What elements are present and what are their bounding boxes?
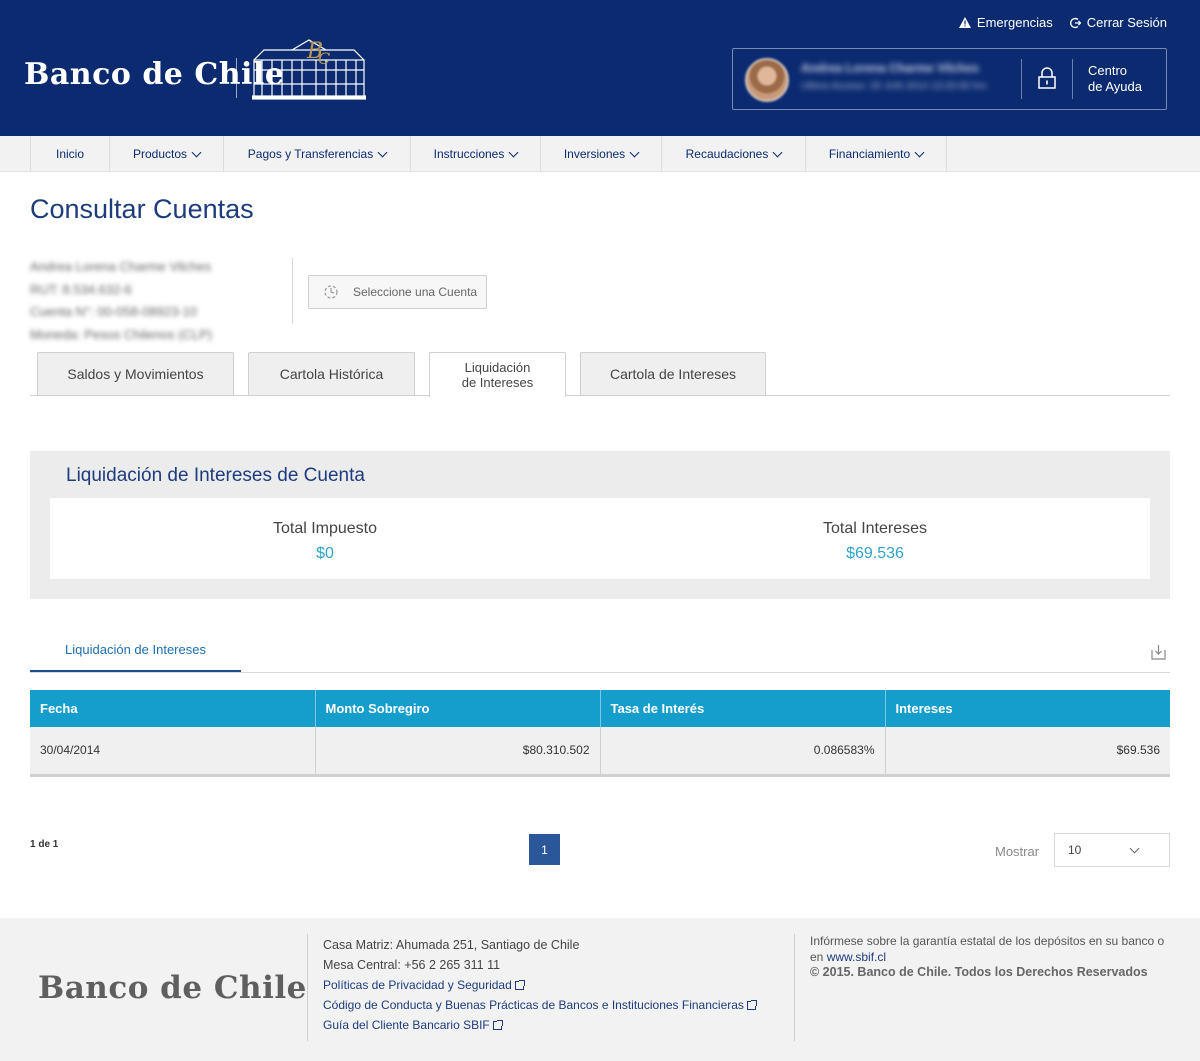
- chevron-down-icon: [629, 147, 640, 157]
- col-header-monto[interactable]: Monto Sobregiro: [314, 690, 600, 727]
- avatar: [745, 58, 789, 102]
- cell-monto: $80.310.502: [314, 727, 600, 777]
- help-line-2: de Ayuda: [1088, 79, 1142, 94]
- section-baseline: [30, 672, 1170, 673]
- user-panel: Andrea Lorena Charme Vilches Último Acce…: [732, 48, 1167, 110]
- footer-phone: Mesa Central: +56 2 265 311 11: [323, 958, 501, 972]
- page-button-1[interactable]: 1: [529, 834, 560, 865]
- emergencias-link[interactable]: Emergencias: [958, 15, 1053, 30]
- site-footer: Banco de Chile Casa Matriz: Ahumada 251,…: [0, 918, 1200, 1061]
- select-account-label: Seleccione una Cuenta: [353, 285, 478, 299]
- summary-panel: Liquidación de Intereses de Cuenta Total…: [30, 451, 1170, 599]
- table-row: 30/04/2014 $80.310.502 0.086583% $69.536: [30, 727, 1170, 777]
- page-size-select[interactable]: 10: [1054, 833, 1170, 867]
- account-info: Andrea Lorena Charme Vilches RUT: 8.534.…: [30, 256, 290, 346]
- chevron-down-icon: [914, 147, 925, 157]
- account-divider: [292, 258, 293, 324]
- total-impuesto-label: Total Impuesto: [272, 520, 378, 537]
- nav-item-productos[interactable]: Productos: [109, 136, 223, 172]
- help-line-1: Centro: [1088, 63, 1128, 78]
- tab-saldos-movimientos[interactable]: Saldos y Movimientos: [37, 352, 234, 396]
- page-title: Consultar Cuentas: [30, 194, 254, 224]
- show-label: Mostrar: [995, 844, 1040, 859]
- footer-divider: [794, 934, 795, 1041]
- cell-intereses: $69.536: [884, 727, 1170, 777]
- chevron-down-icon: [772, 147, 783, 157]
- summary-values: Total Impuesto $0 Total Intereses $69.53…: [50, 498, 1150, 579]
- account-currency: Moneda: Pesos Chilenos (CLP): [30, 326, 213, 342]
- chevron-down-icon: [191, 147, 202, 157]
- total-intereses-label: Total Intereses: [822, 520, 928, 537]
- col-header-intereses[interactable]: Intereses: [884, 690, 1170, 727]
- summary-title: Liquidación de Intereses de Cuenta: [66, 465, 365, 486]
- total-impuesto-value: $0: [316, 545, 334, 562]
- chevron-down-icon: [377, 147, 388, 157]
- logo-divider: [236, 58, 237, 98]
- last-access: Último Acceso: 25 JUN 2014 13:20:00 hrs: [801, 81, 987, 92]
- tab-liquidacion-intereses[interactable]: Liquidación de Intereses: [429, 352, 566, 397]
- site-header: Banco de Chile B C Emergencias Cerrar Se…: [0, 0, 1200, 136]
- warning-icon: [958, 17, 971, 28]
- nav-item-instrucciones[interactable]: Instrucciones: [410, 136, 540, 172]
- header-top-links: Emergencias Cerrar Sesión: [958, 15, 1167, 30]
- main-nav: Inicio Productos Pagos y Transferencias …: [0, 136, 1200, 172]
- nav-item-inversiones[interactable]: Inversiones: [540, 136, 661, 172]
- footer-logo: Banco de Chile: [38, 970, 307, 1006]
- copyright: © 2015. Banco de Chile. Todos los Derech…: [810, 965, 1148, 979]
- logout-icon: [1069, 17, 1081, 28]
- emergencias-label: Emergencias: [976, 15, 1053, 30]
- refresh-icon: [309, 276, 353, 308]
- external-link-icon: [514, 979, 525, 990]
- client-guide-link[interactable]: Guía del Cliente Bancario SBIF: [323, 1015, 756, 1035]
- cerrar-sesion-label: Cerrar Sesión: [1086, 15, 1167, 30]
- footer-divider: [307, 934, 308, 1041]
- tab-cartola-intereses[interactable]: Cartola de Intereses: [580, 352, 766, 396]
- section-tab-liquidacion[interactable]: Liquidación de Intereses: [30, 640, 241, 673]
- account-rut: RUT: 8.534.632-6: [30, 281, 132, 297]
- tab-cartola-historica[interactable]: Cartola Histórica: [248, 352, 415, 396]
- nav-item-pagos[interactable]: Pagos y Transferencias: [223, 136, 410, 172]
- nav-item-financiamiento[interactable]: Financiamiento: [805, 136, 947, 172]
- chevron-down-icon: [1129, 843, 1140, 854]
- lock-icon[interactable]: [1038, 67, 1056, 89]
- select-account-button[interactable]: Seleccione una Cuenta: [308, 275, 487, 309]
- cerrar-sesion-link[interactable]: Cerrar Sesión: [1069, 15, 1167, 30]
- nav-item-recaudaciones[interactable]: Recaudaciones: [661, 136, 805, 172]
- user-panel-divider: [1072, 59, 1073, 99]
- bank-building-icon: B C: [252, 39, 366, 100]
- page-count: 1 de 1: [30, 839, 59, 850]
- download-icon[interactable]: [1151, 644, 1166, 660]
- external-link-icon: [746, 999, 757, 1010]
- user-name: Andrea Lorena Charme Vilches: [801, 61, 979, 75]
- svg-text:C: C: [318, 49, 330, 68]
- account-number: Cuenta N°: 00-058-08923-10: [30, 304, 198, 319]
- conduct-code-link[interactable]: Código de Conducta y Buenas Prácticas de…: [323, 995, 757, 1015]
- sbif-link[interactable]: www.sbif.cl: [827, 950, 886, 964]
- page-size-value: 10: [1068, 843, 1082, 857]
- account-holder: Andrea Lorena Charme Vilches: [30, 259, 212, 274]
- footer-contact: Casa Matriz: Ahumada 251, Santiago de Ch…: [323, 935, 757, 1035]
- total-intereses: Total Intereses $69.536: [600, 520, 1150, 563]
- chevron-down-icon: [508, 147, 519, 157]
- nav-item-inicio[interactable]: Inicio: [30, 136, 109, 172]
- col-header-fecha[interactable]: Fecha: [30, 690, 315, 727]
- user-panel-divider: [1021, 59, 1022, 99]
- cell-fecha: 30/04/2014: [30, 727, 315, 777]
- tabs-baseline: [30, 395, 1170, 396]
- footer-legal: Infórmese sobre la garantía estatal de l…: [810, 934, 1165, 981]
- footer-address: Casa Matriz: Ahumada 251, Santiago de Ch…: [323, 938, 580, 952]
- external-link-icon: [492, 1019, 503, 1030]
- interest-table: Fecha Monto Sobregiro Tasa de Interés In…: [30, 690, 1170, 777]
- col-header-tasa[interactable]: Tasa de Interés: [599, 690, 885, 727]
- cell-tasa: 0.086583%: [599, 727, 885, 777]
- centro-de-ayuda-link[interactable]: Centro de Ayuda: [1088, 63, 1158, 95]
- privacy-link[interactable]: Políticas de Privacidad y Seguridad: [323, 975, 756, 995]
- bank-logo[interactable]: Banco de Chile: [24, 57, 284, 92]
- total-intereses-value: $69.536: [846, 545, 904, 562]
- total-impuesto: Total Impuesto $0: [50, 520, 600, 563]
